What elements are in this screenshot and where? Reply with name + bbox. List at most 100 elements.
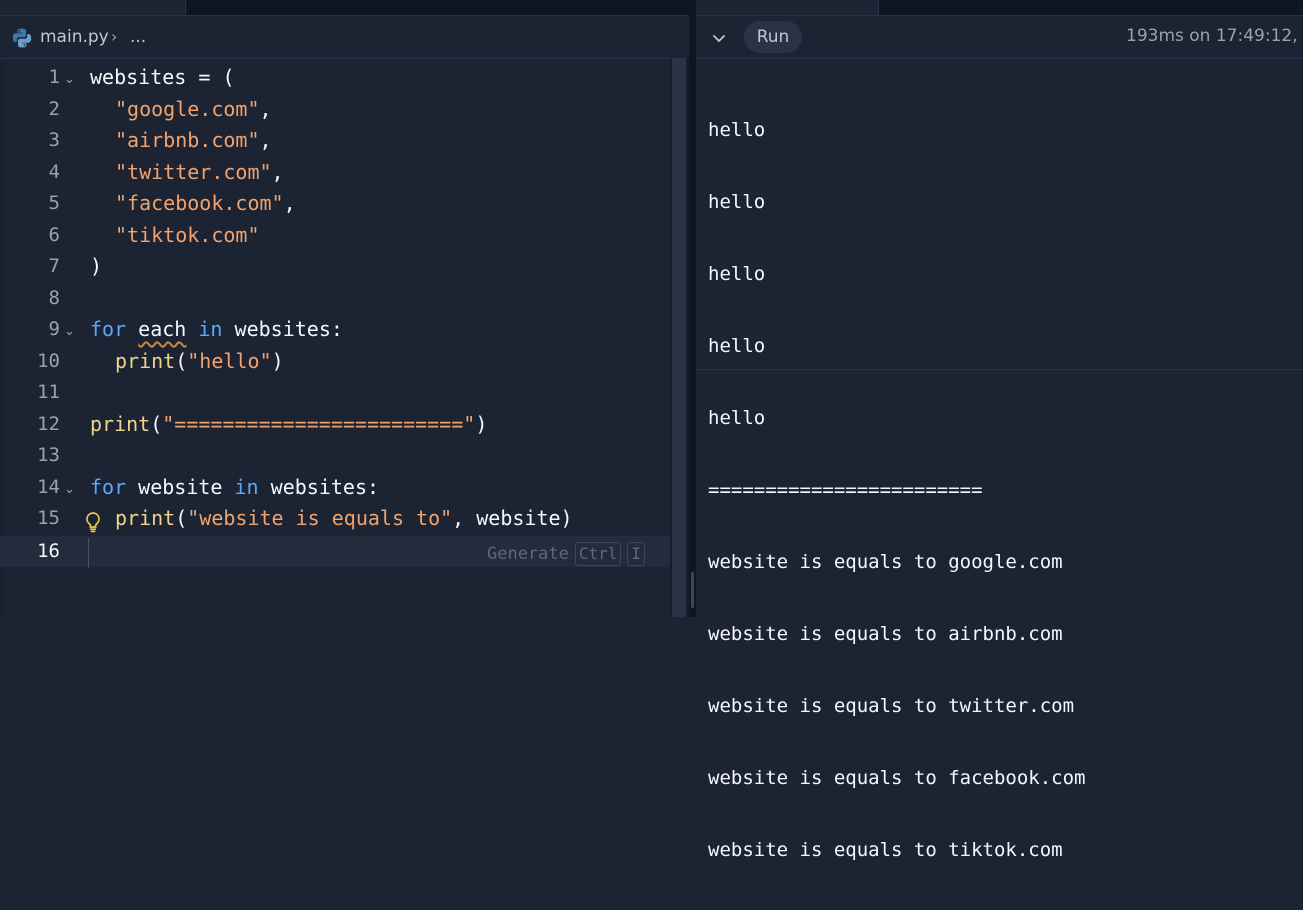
string-literal: "website is equals to" bbox=[187, 506, 453, 530]
line-number: 8 bbox=[48, 286, 60, 309]
output-line: ======================== bbox=[708, 479, 983, 501]
breadcrumb: main.py › ... bbox=[0, 16, 689, 59]
line-number: 10 bbox=[37, 349, 60, 372]
chevron-down-icon[interactable] bbox=[710, 29, 728, 47]
code-text: "twitter.com", bbox=[115, 157, 284, 188]
identifier: websites bbox=[90, 65, 187, 89]
generate-label: Generate bbox=[487, 544, 569, 564]
code-text: "tiktok.com" bbox=[115, 220, 260, 251]
identifier: websites: bbox=[270, 474, 380, 499]
code-line[interactable]: 1 ⌄ websites = ( bbox=[0, 62, 670, 93]
code-editor[interactable]: 1 ⌄ websites = ( 2 "google.com", 3 "airb… bbox=[0, 62, 670, 617]
output-line: website is equals to airbnb.com bbox=[708, 623, 1063, 645]
line-number: 11 bbox=[37, 381, 60, 403]
cursor-caret bbox=[88, 538, 89, 568]
console-tab[interactable] bbox=[696, 0, 879, 15]
console-toolbar: Run 193ms on 17:49:12, 0 bbox=[696, 16, 1303, 59]
string-literal: "hello" bbox=[187, 348, 272, 373]
line-number: 6 bbox=[48, 223, 60, 246]
code-line[interactable]: 10 print("hello") bbox=[0, 346, 670, 377]
code-line[interactable]: 3 "airbnb.com", bbox=[0, 125, 670, 156]
keyword: in bbox=[198, 317, 223, 341]
output-line: website is equals to twitter.com bbox=[708, 695, 1075, 717]
code-text: "google.com", bbox=[115, 94, 272, 125]
line-number: 2 bbox=[48, 97, 60, 120]
console-tab-strip bbox=[696, 0, 1303, 16]
string-literal: "twitter.com" bbox=[115, 159, 272, 184]
output-line: hello bbox=[708, 407, 766, 429]
lightbulb-icon[interactable] bbox=[84, 511, 102, 533]
function-name: print bbox=[115, 506, 176, 530]
function-name: print bbox=[90, 411, 151, 436]
breadcrumb-separator: › bbox=[111, 27, 118, 46]
code-line[interactable]: 13 bbox=[0, 440, 670, 471]
output-line: hello bbox=[708, 335, 766, 357]
line-number: 9 bbox=[48, 318, 60, 340]
line-number: 15 bbox=[37, 507, 60, 529]
code-line[interactable]: 7 ) bbox=[0, 251, 670, 282]
string-literal: "airbnb.com" bbox=[115, 128, 260, 152]
console-pane: Run 193ms on 17:49:12, 0 hello hello hel… bbox=[696, 0, 1303, 861]
shortcut-key-i: I bbox=[627, 542, 646, 566]
string-literal: "tiktok.com" bbox=[115, 222, 260, 247]
code-text: print("hello") bbox=[115, 346, 284, 377]
line-number: 3 bbox=[48, 129, 60, 151]
run-button[interactable]: Run bbox=[744, 21, 802, 53]
code-line[interactable]: 4 "twitter.com", bbox=[0, 157, 670, 188]
punctuation: , bbox=[271, 159, 284, 184]
code-line[interactable]: 5 "facebook.com", bbox=[0, 188, 670, 219]
output-line: hello bbox=[708, 119, 766, 141]
fold-chevron-icon[interactable]: ⌄ bbox=[64, 62, 80, 93]
keyword: for bbox=[90, 317, 127, 341]
function-name: print bbox=[115, 348, 176, 373]
output-line: website is equals to tiktok.com bbox=[708, 839, 1063, 861]
resize-handle[interactable] bbox=[691, 572, 694, 608]
console-divider bbox=[696, 369, 1303, 370]
code-line[interactable]: 8 bbox=[0, 283, 670, 314]
breadcrumb-more[interactable]: ... bbox=[130, 27, 146, 47]
code-text: websites = ( bbox=[90, 62, 235, 93]
identifier: , website) bbox=[452, 506, 573, 530]
code-text: ) bbox=[90, 254, 103, 278]
code-text: for each in websites: bbox=[90, 314, 343, 345]
code-line[interactable]: 12 print("========================") bbox=[0, 409, 670, 440]
line-number: 4 bbox=[48, 160, 60, 183]
run-status: 193ms on 17:49:12, 0 bbox=[1126, 26, 1303, 46]
breadcrumb-file[interactable]: main.py bbox=[40, 27, 109, 47]
code-line[interactable]: 11 bbox=[0, 377, 670, 408]
code-text: "airbnb.com", bbox=[115, 125, 272, 156]
identifier: websites: bbox=[234, 317, 343, 341]
line-number: 5 bbox=[48, 192, 60, 214]
string-literal: "facebook.com" bbox=[115, 191, 284, 215]
punctuation: ) bbox=[475, 411, 488, 436]
code-text: print("website is equals to", website) bbox=[115, 503, 573, 534]
punctuation: , bbox=[259, 96, 272, 121]
line-number: 1 bbox=[48, 66, 60, 88]
punctuation: ) bbox=[271, 348, 284, 373]
punctuation: , bbox=[259, 128, 272, 152]
identifier: website bbox=[138, 474, 223, 499]
editor-tab-strip bbox=[0, 0, 689, 16]
fold-chevron-icon[interactable]: ⌄ bbox=[64, 472, 80, 503]
output-line: hello bbox=[708, 191, 766, 213]
string-literal: "google.com" bbox=[115, 96, 260, 121]
line-number: 7 bbox=[48, 255, 60, 277]
console-output: hello hello hello hello hello ==========… bbox=[708, 70, 1298, 910]
pane-splitter[interactable] bbox=[689, 0, 696, 617]
code-line[interactable]: 2 "google.com", bbox=[0, 94, 670, 125]
fold-chevron-icon[interactable]: ⌄ bbox=[64, 314, 80, 345]
identifier-warning[interactable]: each bbox=[138, 317, 186, 341]
editor-scrollbar-thumb[interactable] bbox=[672, 58, 686, 617]
code-line[interactable]: 6 "tiktok.com" bbox=[0, 220, 670, 251]
punctuation: ( bbox=[175, 506, 188, 530]
generate-hint[interactable]: Generate Ctrl I bbox=[487, 540, 646, 568]
line-number: 12 bbox=[37, 412, 60, 435]
line-number: 13 bbox=[37, 444, 60, 466]
code-line[interactable]: 14 ⌄ for website in websites: bbox=[0, 472, 670, 503]
output-line: hello bbox=[708, 263, 766, 285]
string-literal: "========================" bbox=[162, 411, 476, 436]
output-line: website is equals to facebook.com bbox=[708, 767, 1086, 789]
code-line[interactable]: 9 ⌄ for each in websites: bbox=[0, 314, 670, 345]
editor-tab-main-py[interactable] bbox=[0, 0, 186, 15]
operator: = ( bbox=[186, 65, 235, 89]
